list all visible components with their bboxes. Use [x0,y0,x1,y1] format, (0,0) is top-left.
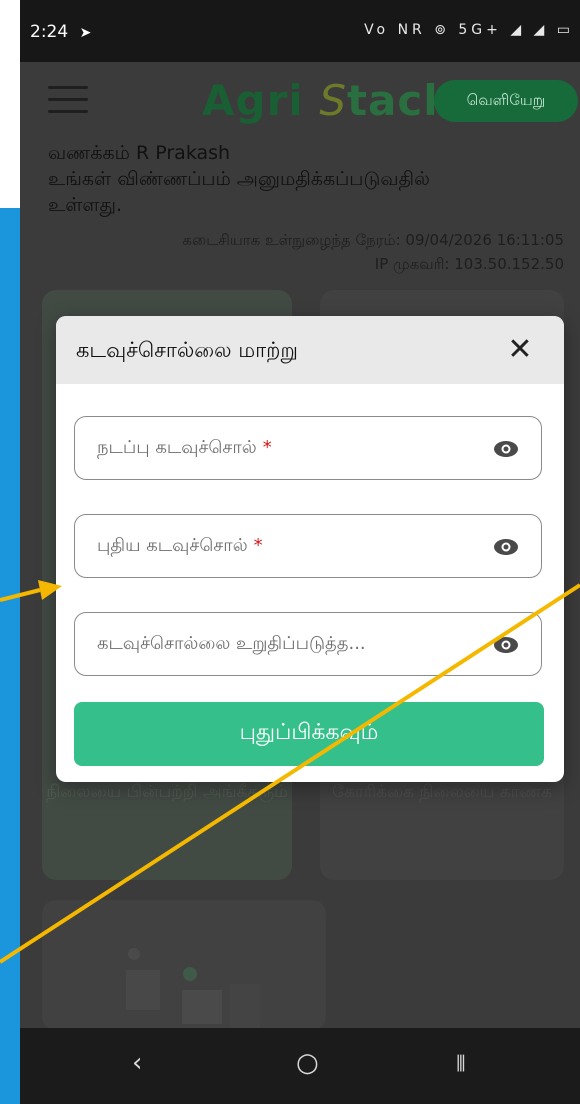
arrow-left-line [0,588,41,602]
arrow-diagonal-line [0,583,580,964]
arrow-left-head [38,580,62,600]
annotation-arrows [0,580,580,964]
